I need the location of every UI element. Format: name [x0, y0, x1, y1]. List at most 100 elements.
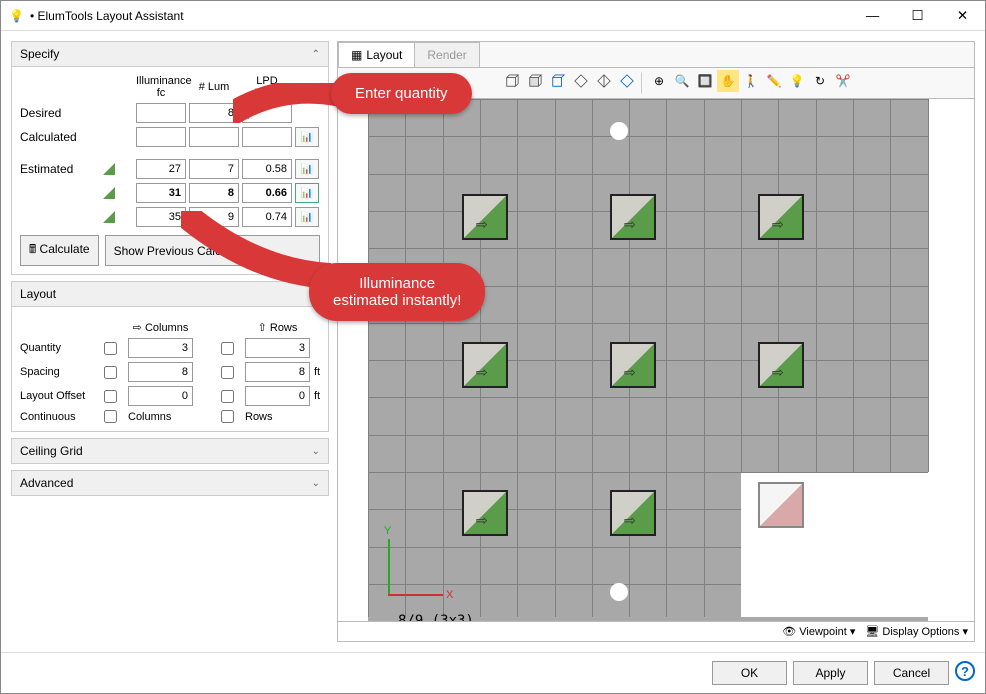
est-1-apply-button[interactable]: 📊 — [295, 183, 319, 203]
close-button[interactable]: ✕ — [940, 1, 985, 31]
desired-illuminance-input[interactable] — [136, 103, 186, 123]
tool-zoom-icon[interactable]: 🔍 — [671, 70, 693, 92]
est-0-lum — [189, 159, 239, 179]
continuous-label: Continuous — [20, 411, 100, 423]
offset-rows-check[interactable] — [221, 390, 234, 403]
tool-cube2-icon[interactable] — [524, 70, 546, 92]
spacing-label: Spacing — [20, 366, 100, 378]
luminaire[interactable]: ⇨ — [758, 194, 804, 240]
tool-refresh-icon[interactable]: ↻ — [809, 70, 831, 92]
est-1-lum — [189, 183, 239, 203]
spacing-cols-input[interactable] — [128, 362, 193, 382]
calculated-action-button[interactable]: 📊 — [295, 127, 319, 147]
offset-label: Layout Offset — [20, 390, 100, 402]
desired-label: Desired — [20, 106, 100, 120]
quantity-rows-check[interactable] — [221, 342, 234, 355]
continuous-rows-check[interactable] — [221, 410, 234, 423]
advanced-header[interactable]: Advanced ⌄ — [11, 470, 329, 496]
luminaire[interactable]: ⇨ — [462, 490, 508, 536]
y-axis — [388, 539, 390, 594]
col-num-lum: # Lum — [189, 81, 239, 93]
viewport[interactable]: /* drawn below via JS for brevity */ ⇨⇨⇨… — [338, 99, 974, 621]
luminaire[interactable]: ⇨ — [610, 342, 656, 388]
layout-tab-icon: ▦ — [351, 48, 362, 62]
tool-pan-icon[interactable]: ✋ — [717, 70, 739, 92]
tool-light-icon[interactable]: 💡 — [786, 70, 808, 92]
triangle-icon — [103, 211, 115, 223]
chevron-up-icon: ⌃ — [312, 49, 320, 60]
est-0-lpd — [242, 159, 292, 179]
triangle-icon — [103, 187, 115, 199]
minimize-button[interactable]: — — [850, 1, 895, 31]
offset-rows-input[interactable] — [245, 386, 310, 406]
spacing-rows-input[interactable] — [245, 362, 310, 382]
maximize-button[interactable]: ☐ — [895, 1, 940, 31]
marker-top — [610, 122, 628, 140]
quantity-cols-check[interactable] — [104, 342, 117, 355]
tool-highlight-icon[interactable]: ✏️ — [763, 70, 785, 92]
luminaire-ghost[interactable] — [758, 482, 804, 528]
tab-render[interactable]: Render — [414, 42, 479, 67]
titlebar: 💡 • ElumTools Layout Assistant — ☐ ✕ — [1, 1, 985, 31]
display-options-dropdown[interactable]: 🖥 Display Options ▾ — [865, 625, 968, 638]
rows-header: Rows — [270, 322, 298, 334]
left-panel: Specify ⌃ Illuminancefc # Lum LPDW/ft² D… — [11, 41, 329, 642]
tool-zoom-window-icon[interactable]: 🔲 — [694, 70, 716, 92]
cancel-button[interactable]: Cancel — [874, 661, 949, 685]
tool-separator-icon — [641, 72, 645, 94]
spacing-rows-check[interactable] — [221, 366, 234, 379]
calculated-lpd — [242, 127, 292, 147]
quantity-label: Quantity — [20, 342, 100, 354]
luminaire[interactable]: ⇨ — [462, 194, 508, 240]
luminaire[interactable]: ⇨ — [462, 342, 508, 388]
spacing-cols-check[interactable] — [104, 366, 117, 379]
tool-cube3-icon[interactable] — [547, 70, 569, 92]
tool-cut-icon[interactable]: ✂️ — [832, 70, 854, 92]
specify-header[interactable]: Specify ⌃ — [11, 41, 329, 67]
x-axis-label: X — [446, 589, 453, 601]
quantity-cols-input[interactable] — [128, 338, 193, 358]
ceiling-grid-title: Ceiling Grid — [20, 444, 83, 458]
right-panel: ▦ Layout Render ⊕ 🔍 🔲 ✋ � — [337, 41, 975, 642]
x-axis — [388, 594, 443, 596]
app-icon: 💡 — [9, 9, 24, 23]
est-0-apply-button[interactable]: 📊 — [295, 159, 319, 179]
callout-illuminance-estimated: Illuminanceestimated instantly! — [309, 263, 485, 321]
viewport-info: 8/9 (3x3) — [398, 613, 474, 621]
apply-button[interactable]: Apply — [793, 661, 868, 685]
triangle-icon — [103, 163, 115, 175]
est-0-illum — [136, 159, 186, 179]
continuous-cols-check[interactable] — [104, 410, 117, 423]
tool-zoom-extents-icon[interactable]: ⊕ — [648, 70, 670, 92]
tool-diamond2-icon[interactable] — [593, 70, 615, 92]
est-1-illum — [136, 183, 186, 203]
tool-walk-icon[interactable]: 🚶 — [740, 70, 762, 92]
est-2-illum — [136, 207, 186, 227]
specify-title: Specify — [20, 47, 59, 61]
calculate-button[interactable]: 🖩 Calculate — [20, 235, 99, 266]
desired-lum-input[interactable] — [189, 103, 239, 123]
callout-enter-quantity: Enter quantity — [331, 73, 472, 114]
offset-cols-check[interactable] — [104, 390, 117, 403]
tool-cube1-icon[interactable] — [501, 70, 523, 92]
chevron-down-icon: ⌄ — [312, 478, 320, 489]
calculated-label: Calculated — [20, 130, 100, 144]
help-button[interactable]: ? — [955, 661, 975, 681]
tab-layout[interactable]: ▦ Layout — [338, 42, 415, 67]
viewport-statusbar: 👁 Viewpoint ▾ 🖥 Display Options ▾ — [338, 621, 974, 641]
viewpoint-dropdown[interactable]: 👁 Viewpoint ▾ — [782, 625, 855, 638]
advanced-title: Advanced — [20, 476, 73, 490]
ok-button[interactable]: OK — [712, 661, 787, 685]
marker-bottom — [610, 583, 628, 601]
offset-cols-input[interactable] — [128, 386, 193, 406]
quantity-rows-input[interactable] — [245, 338, 310, 358]
luminaire[interactable]: ⇨ — [758, 342, 804, 388]
luminaire[interactable]: ⇨ — [610, 194, 656, 240]
tool-diamond1-icon[interactable] — [570, 70, 592, 92]
y-axis-label: Y — [384, 525, 391, 537]
est-1-lpd — [242, 183, 292, 203]
luminaire[interactable]: ⇨ — [610, 490, 656, 536]
calculated-lum — [189, 127, 239, 147]
ceiling-grid-header[interactable]: Ceiling Grid ⌄ — [11, 438, 329, 464]
tool-diamond3-icon[interactable] — [616, 70, 638, 92]
